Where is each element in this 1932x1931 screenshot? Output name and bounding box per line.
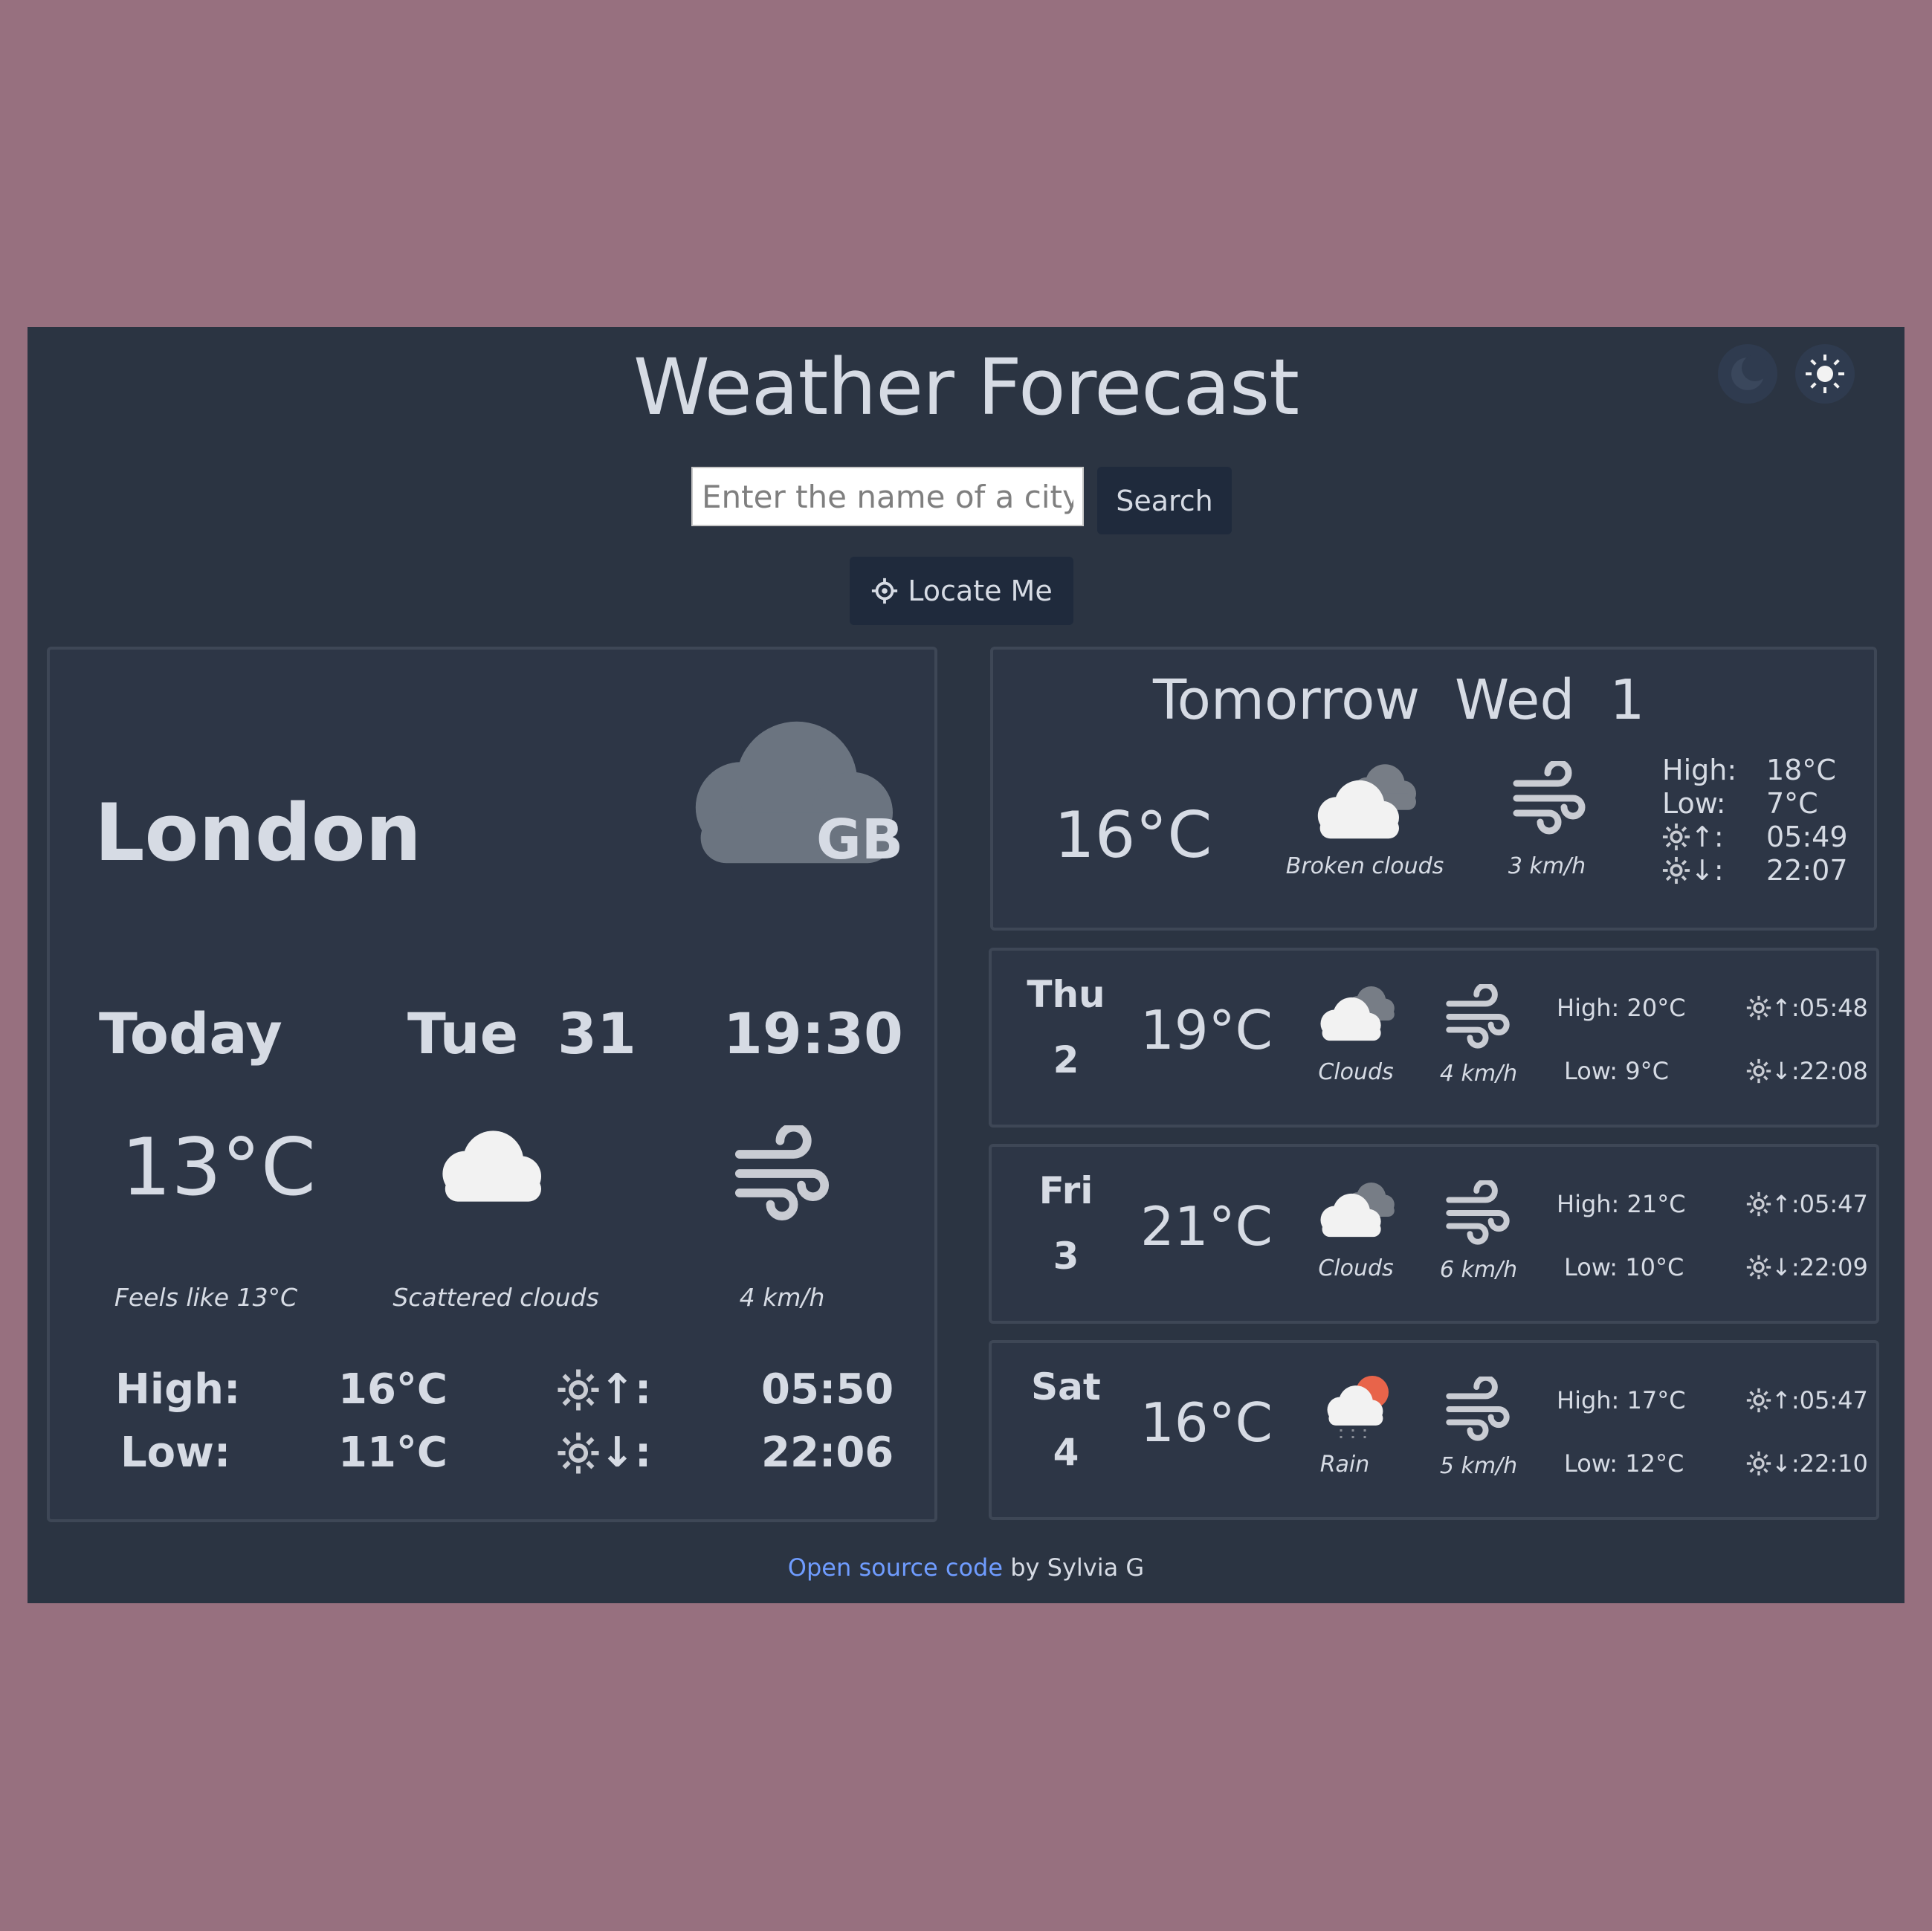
tomorrow-sunrise-row: ↑:	[1662, 821, 1724, 853]
city-name: London	[94, 787, 421, 879]
tomorrow-high-label: High:	[1662, 754, 1737, 786]
forecast-temperature: 21°C	[1140, 1195, 1273, 1258]
today-wind-speed: 4 km/h	[739, 1283, 825, 1312]
forecast-high: High: 20°C	[1557, 994, 1686, 1022]
forecast-sunrise: ↑:05:47	[1746, 1190, 1868, 1218]
feels-like: Feels like 13°C	[114, 1283, 298, 1312]
city-search-input[interactable]	[691, 467, 1084, 526]
forecast-clouds-icon	[1320, 1183, 1395, 1238]
tomorrow-low-label: Low:	[1662, 787, 1726, 820]
forecast-description: Clouds	[1318, 1255, 1394, 1281]
today-wind-icon	[734, 1125, 830, 1222]
sunrise-icon	[1746, 995, 1771, 1021]
sunset-icon	[1746, 1058, 1771, 1084]
today-label: Today	[99, 1000, 282, 1067]
sun-icon	[1806, 355, 1844, 393]
forecast-date: 3	[1053, 1235, 1079, 1278]
light-mode-toggle[interactable]	[1795, 344, 1855, 404]
forecast-sunset: ↓:22:09	[1746, 1253, 1868, 1281]
tomorrow-high: 18°C	[1766, 754, 1836, 786]
today-date: Tue 31	[407, 1000, 636, 1067]
forecast-sunset: ↓:22:10	[1746, 1449, 1868, 1478]
forecast-clouds-icon	[1320, 986, 1395, 1041]
crosshair-icon	[872, 578, 898, 604]
today-card: London GB Today Tue 31 19:30 13°C Feels …	[47, 647, 937, 1522]
forecast-high: High: 17°C	[1557, 1386, 1686, 1414]
locate-me-button[interactable]: Locate Me	[850, 557, 1073, 625]
today-low-label: Low:	[120, 1429, 231, 1477]
forecast-sunrise: ↑:05:47	[1746, 1386, 1868, 1414]
forecast-description: Clouds	[1318, 1059, 1394, 1085]
forecast-wind-speed: 4 km/h	[1439, 1061, 1518, 1087]
tomorrow-wind-icon	[1512, 761, 1586, 835]
forecast-wind-icon	[1445, 1377, 1511, 1442]
source-code-link[interactable]: Open source code	[788, 1553, 1003, 1582]
forecast-day: Thu	[1027, 973, 1105, 1016]
dark-mode-toggle[interactable]	[1718, 344, 1777, 404]
forecast-day: Sat	[1031, 1365, 1101, 1408]
locate-me-label: Locate Me	[908, 575, 1053, 607]
forecast-high: High: 21°C	[1557, 1190, 1686, 1218]
tomorrow-sunset-row: ↓:	[1662, 854, 1724, 887]
today-high-label: High:	[115, 1365, 241, 1414]
sunrise-icon	[1746, 1191, 1771, 1217]
tomorrow-sunrise: 05:49	[1766, 821, 1848, 853]
forecast-wind-speed: 6 km/h	[1439, 1257, 1518, 1283]
today-high: 16°C	[338, 1365, 448, 1414]
forecast-card: Fri 3 21°C Clouds 6 km/h High: 21°C Low:…	[989, 1144, 1879, 1324]
forecast-low: Low: 12°C	[1564, 1449, 1684, 1478]
today-sunset-row: ↓:	[557, 1429, 651, 1477]
sunset-icon	[1746, 1451, 1771, 1476]
footer: Open source code by Sylvia G	[28, 1553, 1904, 1582]
forecast-date: 4	[1053, 1431, 1079, 1474]
today-sunrise-row: ↑:	[557, 1365, 651, 1414]
forecast-sunset: ↓:22:08	[1746, 1057, 1868, 1085]
today-sunset: 22:06	[761, 1429, 894, 1477]
forecast-wind-icon	[1445, 984, 1511, 1049]
forecast-card: Thu 2 19°C Clouds 4 km/h High: 20°C Low:…	[989, 948, 1879, 1128]
search-button[interactable]: Search	[1097, 467, 1232, 534]
footer-credit: by Sylvia G	[1003, 1553, 1145, 1582]
forecast-day: Fri	[1038, 1169, 1093, 1212]
sunset-icon	[1662, 856, 1690, 884]
sunset-icon	[558, 1432, 599, 1474]
forecast-rain-icon	[1327, 1376, 1389, 1440]
tomorrow-broken-clouds-icon	[1317, 764, 1416, 839]
sunrise-icon	[1662, 823, 1690, 851]
today-cloud-icon	[442, 1131, 541, 1202]
sunrise-icon	[558, 1368, 599, 1411]
tomorrow-temperature: 16°C	[1054, 798, 1212, 873]
today-sunrise: 05:50	[761, 1365, 894, 1414]
moon-icon	[1731, 355, 1768, 390]
tomorrow-description: Broken clouds	[1285, 853, 1444, 879]
forecast-low: Low: 9°C	[1564, 1057, 1669, 1085]
today-description: Scattered clouds	[392, 1283, 599, 1312]
tomorrow-wind-speed: 3 km/h	[1508, 853, 1586, 879]
forecast-low: Low: 10°C	[1564, 1253, 1684, 1281]
tomorrow-title: Tomorrow Wed 1	[1153, 668, 1645, 732]
forecast-wind-icon	[1445, 1180, 1511, 1246]
tomorrow-sunset: 22:07	[1766, 854, 1848, 887]
forecast-temperature: 16°C	[1140, 1391, 1273, 1454]
tomorrow-card: Tomorrow Wed 1 16°C Broken clouds 3 km/h…	[990, 647, 1877, 931]
page-title: Weather Forecast	[633, 342, 1299, 433]
today-time: 19:30	[723, 1000, 903, 1067]
today-low: 11°C	[338, 1429, 448, 1477]
country-code: GB	[816, 808, 904, 872]
forecast-temperature: 19°C	[1140, 999, 1273, 1061]
today-temperature: 13°C	[121, 1122, 316, 1213]
forecast-wind-speed: 5 km/h	[1439, 1453, 1518, 1479]
sunrise-icon	[1746, 1388, 1771, 1413]
forecast-sunrise: ↑:05:48	[1746, 994, 1868, 1022]
forecast-card: Sat 4 16°C Rain 5 km/h High: 17°C Low: 1…	[989, 1340, 1879, 1520]
tomorrow-low: 7°C	[1766, 787, 1818, 820]
app-window: Weather Forecast Search	[28, 327, 1904, 1603]
forecast-date: 2	[1053, 1038, 1079, 1081]
sunset-icon	[1746, 1255, 1771, 1280]
forecast-description: Rain	[1319, 1452, 1370, 1478]
